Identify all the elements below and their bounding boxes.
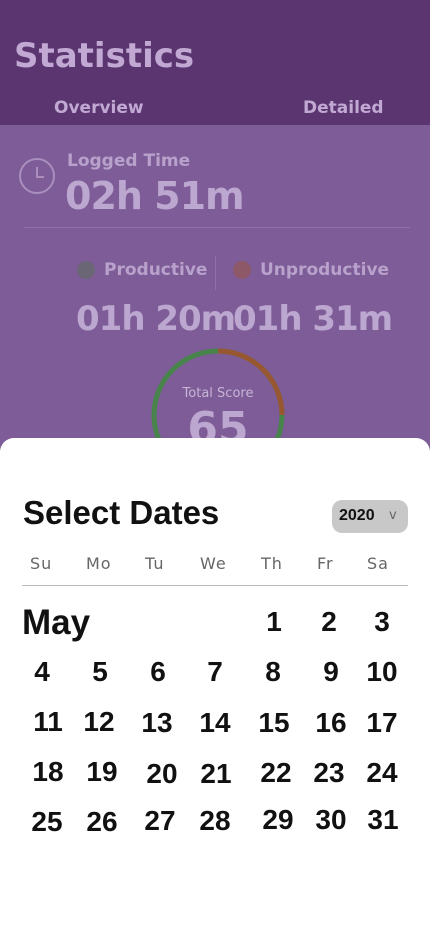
page-title: Statistics: [14, 36, 195, 76]
day-4[interactable]: 4: [20, 656, 64, 688]
day-29[interactable]: 29: [256, 804, 300, 836]
weekday-divider: [22, 585, 408, 586]
day-24[interactable]: 24: [360, 757, 404, 789]
day-27[interactable]: 27: [138, 805, 182, 837]
weekday-sa: Sa: [367, 554, 389, 573]
productive-time-value: 01h 20m: [76, 299, 236, 339]
day-14[interactable]: 14: [193, 707, 237, 739]
day-25[interactable]: 25: [25, 806, 69, 838]
weekday-mo: Mo: [86, 554, 112, 573]
day-13[interactable]: 13: [135, 707, 179, 739]
day-1[interactable]: 1: [252, 606, 296, 638]
month-label: May: [22, 603, 91, 642]
day-11[interactable]: 11: [26, 706, 70, 738]
day-30[interactable]: 30: [309, 804, 353, 836]
weekday-th: Th: [261, 554, 283, 573]
day-6[interactable]: 6: [136, 656, 180, 688]
year-select[interactable]: 2020 v: [332, 500, 408, 533]
header: Statistics Overview Detailed: [0, 0, 430, 125]
unproductive-time-value: 01h 31m: [233, 299, 393, 339]
day-22[interactable]: 22: [254, 757, 298, 789]
day-21[interactable]: 21: [194, 758, 238, 790]
weekday-su: Su: [30, 554, 53, 573]
vertical-divider: [215, 256, 216, 290]
day-17[interactable]: 17: [360, 707, 404, 739]
day-16[interactable]: 16: [309, 707, 353, 739]
day-19[interactable]: 19: [80, 756, 124, 788]
date-picker-sheet: Select Dates 2020 v Su Mo Tu We Th Fr Sa…: [0, 438, 430, 932]
day-23[interactable]: 23: [307, 757, 351, 789]
weekday-tu: Tu: [145, 554, 165, 573]
day-18[interactable]: 18: [26, 756, 70, 788]
day-26[interactable]: 26: [80, 806, 124, 838]
day-28[interactable]: 28: [193, 805, 237, 837]
day-2[interactable]: 2: [307, 606, 351, 638]
day-3[interactable]: 3: [360, 606, 404, 638]
tab-detailed[interactable]: Detailed: [303, 98, 384, 118]
logged-time-label: Logged Time: [67, 151, 191, 171]
productive-label: Productive: [104, 260, 208, 280]
unproductive-dot-icon: [233, 261, 251, 279]
date-picker-title: Select Dates: [23, 494, 220, 531]
day-31[interactable]: 31: [361, 804, 405, 836]
day-20[interactable]: 20: [140, 758, 184, 790]
chevron-down-icon: v: [389, 508, 397, 523]
clock-icon: [19, 158, 55, 194]
day-7[interactable]: 7: [193, 656, 237, 688]
tab-overview[interactable]: Overview: [54, 98, 144, 118]
unproductive-label: Unproductive: [260, 260, 390, 280]
productive-dot-icon: [77, 261, 95, 279]
weekday-we: We: [200, 554, 227, 573]
day-5[interactable]: 5: [78, 656, 122, 688]
day-8[interactable]: 8: [251, 656, 295, 688]
logged-time-value: 02h 51m: [65, 174, 245, 218]
day-12[interactable]: 12: [77, 706, 121, 738]
year-value: 2020: [339, 507, 375, 524]
day-9[interactable]: 9: [309, 656, 353, 688]
divider: [24, 227, 410, 228]
score-label: Total Score: [182, 386, 254, 401]
day-10[interactable]: 10: [360, 656, 404, 688]
weekday-fr: Fr: [317, 554, 334, 573]
day-15[interactable]: 15: [252, 707, 296, 739]
